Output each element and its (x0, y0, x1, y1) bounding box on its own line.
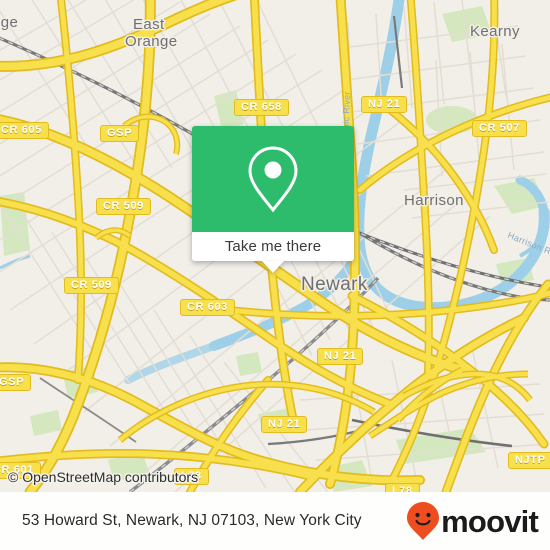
shield-cr-603: CR 603 (180, 299, 235, 316)
callout-pointer-tail (262, 261, 284, 273)
shield-cr-507: CR 507 (472, 120, 527, 137)
shield-gsp-1: GSP (100, 125, 140, 142)
moovit-brand[interactable]: moovit (406, 501, 539, 541)
map-pin-icon (248, 146, 298, 213)
shield-cr-658: CR 658 (234, 99, 289, 116)
shield-cr-509-south: CR 509 (64, 277, 119, 294)
moovit-smiley-pin-icon (407, 502, 440, 540)
callout-header (192, 126, 354, 232)
osm-attribution[interactable]: © OpenStreetMap contributors (8, 469, 198, 485)
footer-bar: 53 Howard St, Newark, NJ 07103, New York… (0, 492, 550, 550)
shield-nj-21-south: NJ 21 (261, 416, 308, 433)
address-label: 53 Howard St, Newark, NJ 07103, New York… (22, 512, 362, 529)
take-me-there-label: Take me there (224, 238, 322, 255)
shield-i-78-east: I 78 (385, 483, 420, 492)
shield-cr-509-north: CR 509 (96, 198, 151, 215)
location-callout-card[interactable]: Take me there (192, 126, 354, 273)
map-screenshot: nge East Orange Kearny Harrison Newark P… (0, 0, 550, 550)
shield-njtp: NJTP (508, 452, 550, 469)
shield-gsp-2: GSP (0, 374, 32, 391)
callout-action-bar[interactable]: Take me there (192, 232, 354, 273)
moovit-wordmark: moovit (441, 503, 539, 539)
shield-nj-21-mid: NJ 21 (317, 348, 364, 365)
shield-cr-605: CR 605 (0, 122, 49, 139)
shield-nj-21-north: NJ 21 (361, 96, 408, 113)
map-canvas[interactable]: nge East Orange Kearny Harrison Newark P… (0, 0, 550, 492)
